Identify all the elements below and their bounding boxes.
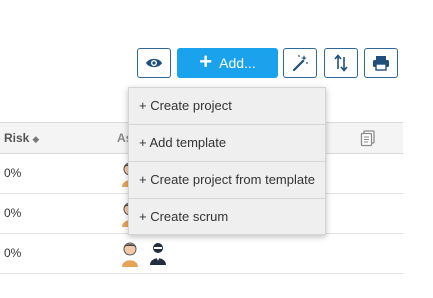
menu-item-create-scrum[interactable]: + Create scrum bbox=[129, 199, 325, 236]
eye-icon bbox=[145, 57, 163, 69]
risk-cell: 0% bbox=[4, 246, 22, 260]
printer-icon bbox=[372, 55, 390, 71]
sort-arrows-icon bbox=[334, 54, 348, 72]
avatar[interactable] bbox=[120, 241, 140, 272]
print-button[interactable] bbox=[364, 48, 398, 78]
add-button-label: Add... bbox=[219, 55, 256, 71]
risk-column-header[interactable]: Risk ◆ bbox=[4, 131, 39, 145]
magic-button[interactable] bbox=[283, 48, 317, 78]
notes-icon[interactable] bbox=[360, 130, 376, 152]
view-button[interactable] bbox=[137, 48, 171, 78]
sort-button[interactable] bbox=[324, 48, 358, 78]
sort-toggle-icon[interactable]: ◆ bbox=[32, 134, 39, 144]
plus-icon: + bbox=[199, 49, 213, 74]
menu-item-create-project[interactable]: + Create project bbox=[129, 88, 325, 125]
risk-cell: 0% bbox=[4, 166, 22, 180]
add-button[interactable]: + Add... bbox=[177, 48, 278, 78]
magic-wand-icon bbox=[291, 54, 309, 72]
table-row[interactable]: 0% bbox=[0, 234, 403, 274]
risk-cell: 0% bbox=[4, 206, 22, 220]
menu-item-create-project-from-template[interactable]: + Create project from template bbox=[129, 162, 325, 199]
menu-item-add-template[interactable]: + Add template bbox=[129, 125, 325, 162]
add-dropdown-menu: + Create project + Add template + Create… bbox=[128, 87, 326, 235]
avatar[interactable] bbox=[149, 241, 167, 270]
risk-column-label: Risk bbox=[4, 131, 30, 145]
